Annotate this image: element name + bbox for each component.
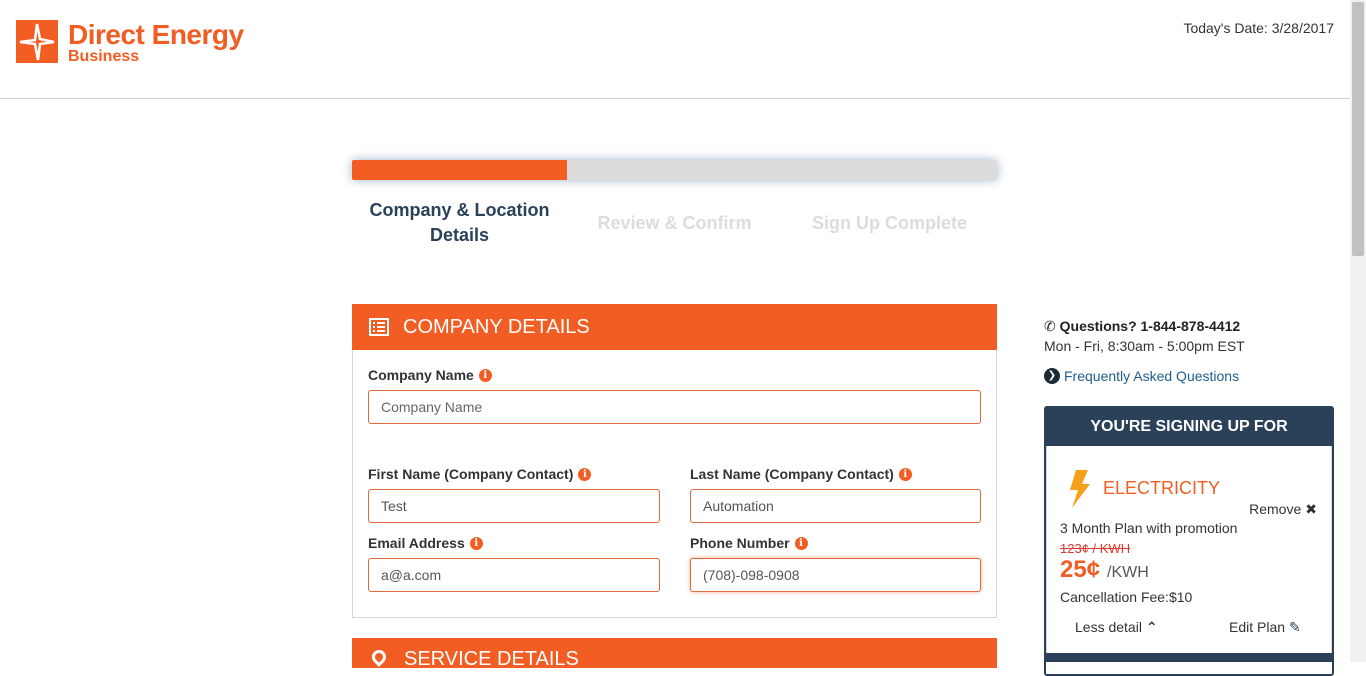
company-name-input[interactable]: Company Name xyxy=(368,390,981,424)
service-details-title: SERVICE DETAILS xyxy=(404,648,579,670)
card-title: YOU'RE SIGNING UP FOR xyxy=(1046,408,1332,446)
email-label: Email Address i xyxy=(368,535,483,551)
site-header: Direct Energy Business Today's Date: 3/2… xyxy=(0,0,1350,99)
info-icon[interactable]: i xyxy=(794,536,808,550)
chevron-right-circle-icon: ❯ xyxy=(1044,368,1060,384)
remove-button[interactable]: Remove ✖ xyxy=(1249,501,1317,518)
step-label-line2: Details xyxy=(429,225,490,245)
step-company-location: Company & Location Details xyxy=(352,198,567,248)
pencil-icon: ✎ xyxy=(1288,619,1301,635)
step-review-confirm: Review & Confirm xyxy=(597,213,752,233)
faq-link[interactable]: ❯ Frequently Asked Questions xyxy=(1044,368,1239,384)
direct-energy-logo[interactable]: Direct Energy Business xyxy=(16,19,244,65)
cancellation-fee: Cancellation Fee:$10 xyxy=(1060,589,1193,605)
step-label-line1: Company & Location xyxy=(369,200,550,220)
progress-fill xyxy=(352,160,567,180)
phone-input[interactable]: (708)-098-0908 xyxy=(690,558,981,592)
brand-title: Direct Energy xyxy=(68,19,244,50)
company-details-title: COMPANY DETAILS xyxy=(403,315,590,338)
list-icon xyxy=(369,318,389,336)
edit-plan-button[interactable]: Edit Plan ✎ xyxy=(1229,619,1301,636)
info-icon[interactable]: i xyxy=(469,536,483,550)
chevron-up-icon: ⌃ xyxy=(1145,619,1158,635)
today-date: Today's Date: 3/28/2017 xyxy=(1183,20,1334,36)
step-sign-up-complete: Sign Up Complete xyxy=(811,213,967,233)
first-name-label: First Name (Company Contact) i xyxy=(368,466,592,482)
questions-phone: ✆ Questions? 1-844-878-4412 xyxy=(1044,318,1241,334)
first-name-input[interactable]: Test xyxy=(368,489,660,523)
page-scrollbar[interactable] xyxy=(1350,0,1366,662)
close-icon[interactable]: ✖ xyxy=(1305,501,1317,517)
plan-name: 3 Month Plan with promotion xyxy=(1060,520,1238,536)
last-name-input[interactable]: Automation xyxy=(690,489,981,523)
last-name-label: Last Name (Company Contact) i xyxy=(690,466,912,482)
logo-mark-icon xyxy=(16,20,58,63)
phone-label: Phone Number i xyxy=(690,535,808,551)
info-icon[interactable]: i xyxy=(478,368,492,382)
scrollbar-thumb[interactable] xyxy=(1352,2,1364,256)
info-icon[interactable]: i xyxy=(898,467,912,481)
lightning-bolt-icon xyxy=(1070,470,1090,508)
brand-subtitle: Business xyxy=(68,48,140,65)
new-price: 25¢ xyxy=(1060,556,1101,583)
map-pin-icon xyxy=(369,647,389,667)
product-name: ELECTRICITY xyxy=(1103,478,1221,498)
service-details-header: SERVICE DETAILS xyxy=(352,638,997,670)
email-input[interactable]: a@a.com xyxy=(368,558,660,592)
price-unit: /KWH xyxy=(1107,564,1149,581)
company-details-header: COMPANY DETAILS xyxy=(352,304,997,350)
less-detail-button[interactable]: Less detail ⌃ xyxy=(1075,619,1158,636)
phone-icon: ✆ xyxy=(1044,318,1056,334)
card-footer-bar xyxy=(1044,653,1334,662)
old-price: 123¢ / KWH xyxy=(1060,541,1131,556)
company-name-label: Company Name i xyxy=(368,367,492,383)
signup-progress-bar xyxy=(352,160,997,180)
support-hours: Mon - Fri, 8:30am - 5:00pm EST xyxy=(1044,338,1245,354)
info-icon[interactable]: i xyxy=(578,467,592,481)
